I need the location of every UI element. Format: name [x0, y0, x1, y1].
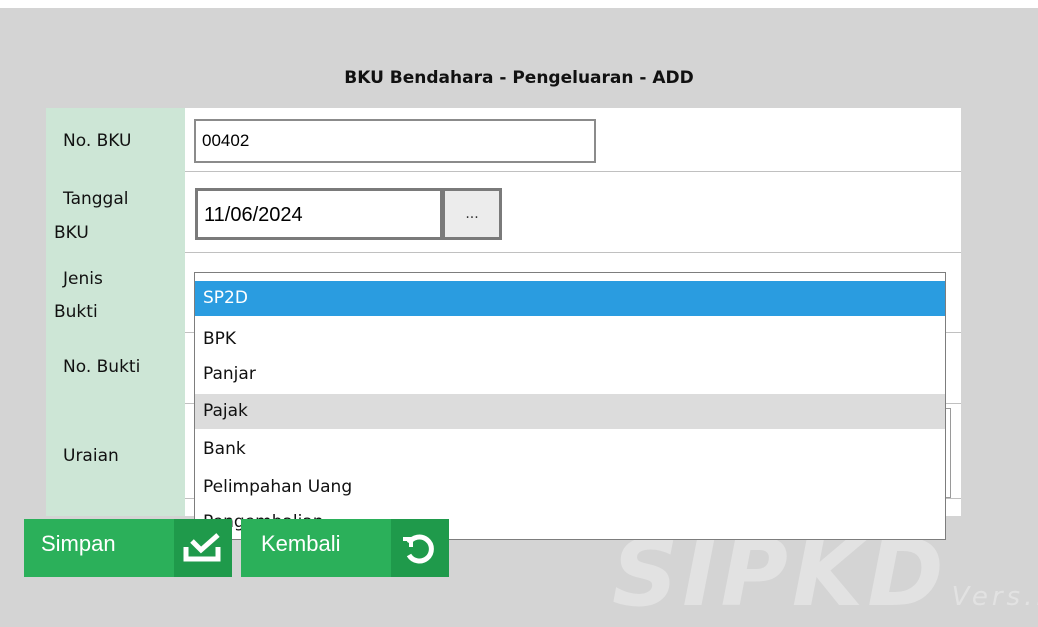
uraian-label: Uraian	[63, 446, 119, 466]
jenis-bukti-label-line1: Jenis	[63, 269, 103, 289]
page-title: BKU Bendahara - Pengeluaran - ADD	[344, 68, 694, 88]
row-divider	[185, 171, 961, 172]
dropdown-option-pajak[interactable]: Pajak	[195, 394, 945, 429]
simpan-label: Simpan	[41, 531, 116, 556]
dropdown-option-bank[interactable]: Bank	[195, 437, 945, 472]
jenis-bukti-dropdown[interactable]: SP2D BPK Panjar Pajak Bank Pelimpahan Ua…	[194, 272, 946, 540]
dropdown-option-sp2d[interactable]: SP2D	[195, 281, 945, 316]
dropdown-option-bpk[interactable]: BPK	[195, 327, 945, 362]
no-bku-field[interactable]: 00402	[194, 119, 596, 163]
no-bku-label: No. BKU	[63, 131, 132, 151]
no-bukti-label: No. Bukti	[63, 357, 141, 377]
return-icon	[391, 519, 449, 577]
date-picker-button[interactable]: ...	[442, 188, 502, 240]
kembali-label: Kembali	[261, 531, 341, 556]
dropdown-option-pelimpahan-uang[interactable]: Pelimpahan Uang	[195, 475, 945, 510]
top-strip	[0, 0, 1038, 8]
tanggal-bku-label-line1: Tanggal	[63, 189, 129, 209]
kembali-button[interactable]: Kembali	[241, 519, 449, 577]
simpan-button[interactable]: Simpan	[24, 519, 232, 577]
save-icon	[174, 519, 232, 577]
tanggal-bku-label-line2: BKU	[54, 223, 89, 243]
row-divider	[185, 252, 961, 253]
dropdown-option-panjar[interactable]: Panjar	[195, 362, 945, 397]
tanggal-bku-field[interactable]: 11/06/2024	[195, 188, 443, 240]
jenis-bukti-label-line2: Bukti	[54, 302, 98, 322]
